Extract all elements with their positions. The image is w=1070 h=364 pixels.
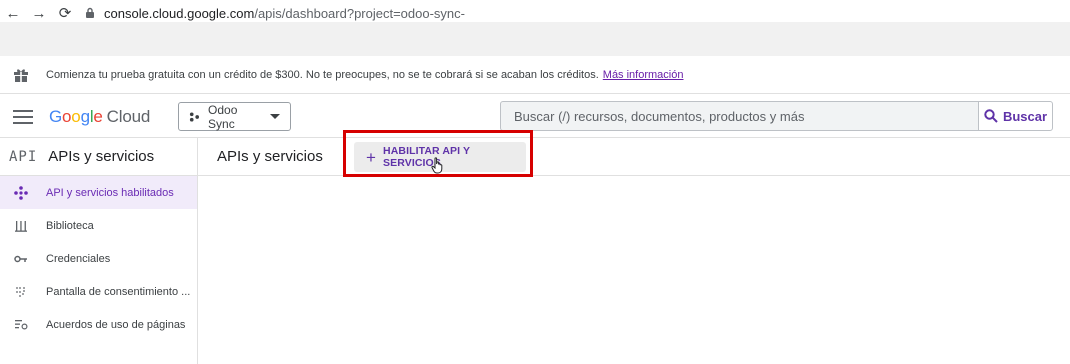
url-path: /apis/dashboard?project=odoo-sync- [254, 5, 465, 21]
search-button-label: Buscar [1002, 108, 1048, 124]
promo-text: Comienza tu prueba gratuita con un crédi… [46, 69, 599, 81]
diamond-arrows-icon [14, 185, 28, 200]
sidebar-item-label: Credenciales [46, 252, 111, 265]
logo-letter: g [80, 106, 90, 126]
sidebar-item-consent-screen[interactable]: Pantalla de consentimiento ... [0, 275, 197, 308]
settings-list-icon [14, 318, 28, 332]
bookmarks-bar [0, 22, 1070, 56]
hamburger-menu-icon[interactable] [13, 109, 33, 124]
search-placeholder: Buscar (/) recursos, documentos, product… [514, 108, 805, 124]
hand-pointer-icon [431, 157, 443, 174]
logo-letter: o [62, 106, 72, 126]
console-header: Google Cloud Odoo Sync Buscar (/) recurs… [0, 96, 1070, 138]
sidebar-item-credentials[interactable]: Credenciales [0, 242, 197, 275]
address-bar[interactable]: console.cloud.google.com/apis/dashboard?… [84, 6, 465, 21]
library-icon [14, 219, 28, 233]
sidebar-item-label: Pantalla de consentimiento ... [46, 285, 191, 298]
logo-cloud: Cloud [106, 106, 151, 126]
google-cloud-logo[interactable]: Google Cloud [49, 107, 150, 127]
project-picker[interactable]: Odoo Sync [178, 102, 292, 131]
search-button[interactable]: Buscar [978, 101, 1053, 131]
sidebar-item-label: Biblioteca [46, 219, 94, 232]
gift-icon [14, 69, 28, 82]
logo-letter: G [49, 106, 63, 126]
promo-link[interactable]: Más información [603, 69, 684, 81]
sidebar-item-enabled-apis[interactable]: API y servicios habilitados [0, 176, 197, 209]
search-icon [984, 109, 998, 123]
key-icon [14, 252, 28, 266]
sidebar-title: APIs y servicios [48, 148, 155, 165]
logo-letter: e [93, 106, 103, 126]
project-dots-icon [190, 111, 200, 122]
sidebar-header: API APIs y servicios [0, 138, 197, 176]
sidebar: API APIs y servicios API y servicios hab… [0, 138, 198, 364]
sidebar-item-label: API y servicios habilitados [46, 186, 174, 199]
api-badge-icon: API [9, 148, 38, 165]
url-host: console.cloud.google.com [104, 5, 255, 21]
search-input[interactable]: Buscar (/) recursos, documentos, product… [500, 101, 979, 131]
main-header: APIs y servicios + HABILITAR API Y SERVI… [198, 138, 1070, 176]
project-name: Odoo Sync [208, 102, 238, 131]
consent-dots-icon [14, 285, 28, 299]
sidebar-item-library[interactable]: Biblioteca [0, 209, 197, 242]
chevron-down-icon [270, 114, 281, 119]
promo-banner: Comienza tu prueba gratuita con un crédi… [0, 57, 1070, 94]
logo-letter: o [71, 106, 81, 126]
lock-icon [86, 7, 94, 18]
sidebar-item-label: Acuerdos de uso de páginas [46, 318, 186, 331]
page-title: APIs y servicios [217, 148, 323, 165]
sidebar-item-page-usage[interactable]: Acuerdos de uso de páginas [0, 308, 197, 341]
